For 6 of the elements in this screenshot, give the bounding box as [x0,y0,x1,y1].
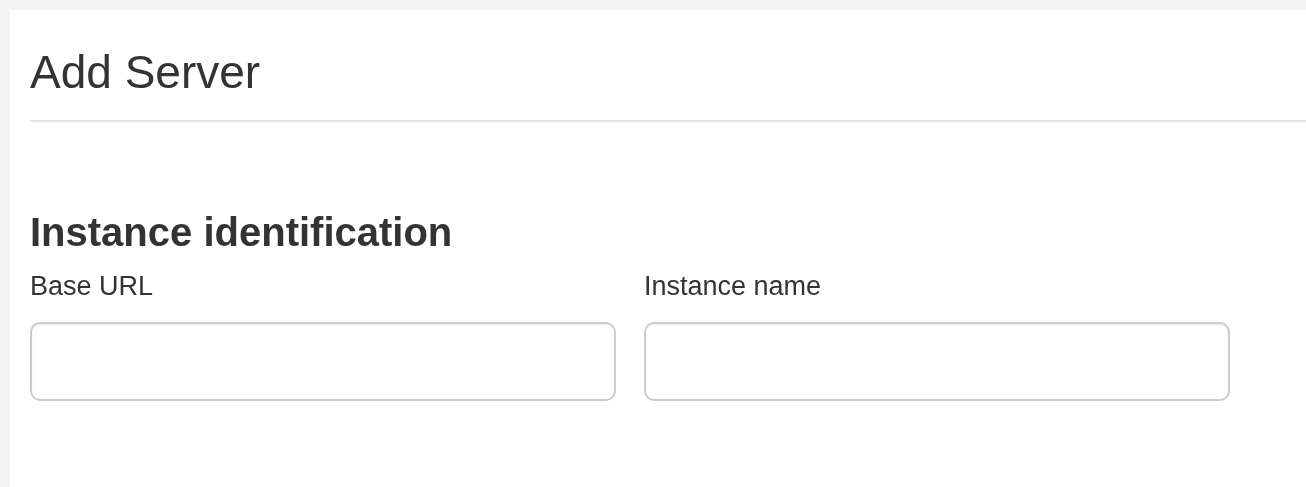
field-label: Instance name [644,270,822,303]
page-title: Add Server [30,45,261,100]
field-label: Base URL [30,270,154,303]
input-field[interactable] [30,322,616,401]
section-heading: Instance identification [30,209,453,256]
input-field[interactable] [644,322,1230,401]
